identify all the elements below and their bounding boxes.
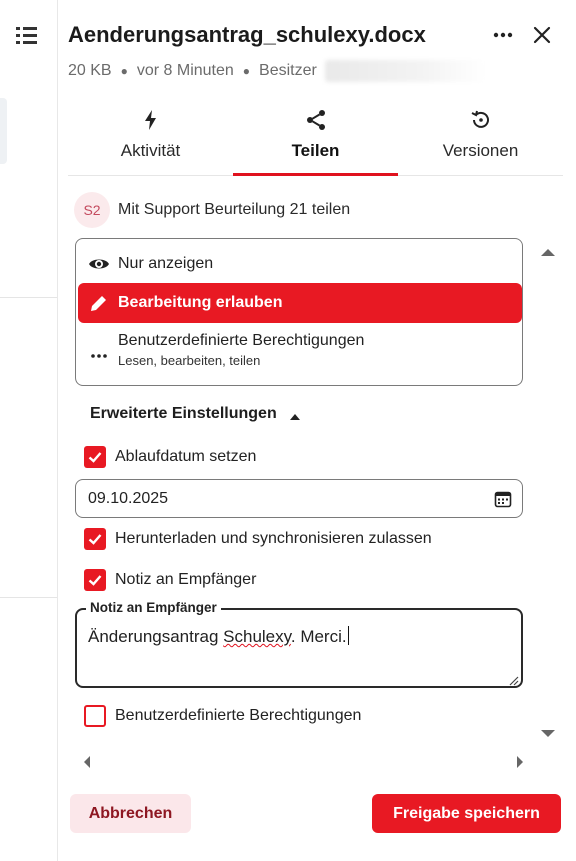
permission-label: Bearbeitung erlauben	[118, 294, 283, 311]
checkbox-label: Notiz an Empfänger	[115, 571, 257, 588]
pencil-icon	[88, 292, 110, 314]
separator-dot: ●	[242, 64, 251, 78]
list-menu-icon[interactable]	[14, 24, 40, 48]
tab-label: Teilen	[291, 141, 340, 160]
file-name-title: Aenderungsantrag_schulexy.docx	[68, 22, 426, 47]
note-text[interactable]: Änderungsantrag Schulexy. Merci.	[88, 626, 349, 647]
expiration-date-checkbox[interactable]: Ablaufdatum setzen	[84, 446, 256, 468]
owner-label: Besitzer	[259, 62, 317, 79]
checkbox-checked-icon	[84, 446, 106, 468]
caret-up-icon	[289, 409, 301, 420]
text-cursor	[347, 626, 349, 645]
selected-item-marker	[0, 98, 7, 164]
avatar: S2	[74, 192, 110, 228]
tab-bar: Aktivität Teilen Versionen	[68, 100, 563, 176]
resize-grip-icon[interactable]	[507, 673, 519, 686]
note-to-recipient-checkbox[interactable]: Notiz an Empfänger	[84, 569, 256, 591]
note-text-part: . Merci.	[290, 627, 347, 646]
tab-label: Aktivität	[120, 141, 181, 160]
left-navigation-strip	[0, 0, 58, 861]
note-text-part: Änderungsantrag	[88, 627, 224, 646]
checkbox-checked-icon	[84, 528, 106, 550]
save-share-button[interactable]: Freigabe speichern	[372, 794, 561, 833]
share-recipient: S2 Mit Support Beurteilung 21 teilen	[74, 192, 350, 228]
advanced-settings-title: Erweiterte Einstellungen	[90, 405, 277, 422]
custom-permissions-checkbox[interactable]: Benutzerdefinierte Berechtigungen	[84, 705, 361, 727]
file-size: 20 KB	[68, 62, 112, 79]
divider	[0, 597, 57, 598]
checkbox-label: Ablaufdatum setzen	[115, 448, 257, 465]
share-icon	[304, 108, 328, 132]
expiration-date-field[interactable]: 09.10.2025	[75, 479, 523, 518]
permission-custom[interactable]: Benutzerdefinierte Berechtigungen Lesen,…	[78, 331, 522, 379]
close-icon[interactable]	[531, 24, 553, 46]
owner-name-redacted	[324, 60, 485, 82]
modified-time: vor 8 Minuten	[136, 62, 234, 79]
allow-download-checkbox[interactable]: Herunterladen und synchronisieren zulass…	[84, 528, 432, 550]
permission-view-only[interactable]: Nur anzeigen	[78, 247, 522, 281]
scroll-up-arrow-icon[interactable]	[539, 245, 557, 257]
scroll-left-arrow-icon[interactable]	[82, 755, 92, 769]
advanced-settings-toggle[interactable]: Erweiterte Einstellungen	[90, 405, 301, 423]
permission-allow-editing[interactable]: Bearbeitung erlauben	[78, 283, 522, 323]
expiration-date-value: 09.10.2025	[88, 489, 169, 507]
dots-icon	[88, 341, 110, 363]
file-meta: 20 KB ● vor 8 Minuten ● Besitzer	[68, 60, 485, 82]
eye-icon	[88, 253, 110, 275]
tab-versions[interactable]: Versionen	[398, 100, 563, 175]
checkbox-label: Herunterladen und synchronisieren zulass…	[115, 530, 432, 547]
note-field-label: Notiz an Empfänger	[86, 600, 221, 615]
checkbox-unchecked-icon	[84, 705, 106, 727]
divider	[0, 297, 57, 298]
separator-dot: ●	[120, 64, 128, 78]
tab-activity[interactable]: Aktivität	[68, 100, 233, 175]
history-icon	[469, 108, 493, 132]
share-recipient-label: Mit Support Beurteilung 21 teilen	[118, 201, 351, 218]
checkbox-checked-icon	[84, 569, 106, 591]
permission-sublabel: Lesen, bearbeiten, teilen	[118, 353, 261, 368]
calendar-icon[interactable]	[493, 489, 513, 509]
more-horizontal-icon[interactable]	[492, 24, 514, 46]
cancel-button[interactable]: Abbrechen	[70, 794, 191, 833]
tab-share[interactable]: Teilen	[233, 100, 398, 176]
permission-label: Nur anzeigen	[118, 255, 214, 272]
note-text-misspelled: Schulexy	[223, 627, 291, 646]
permission-label: Benutzerdefinierte Berechtigungen	[118, 332, 365, 349]
permission-text: Benutzerdefinierte Berechtigungen Lesen,…	[118, 331, 364, 371]
permission-select: Nur anzeigen Bearbeitung erlauben Benutz…	[75, 238, 523, 386]
scroll-down-arrow-icon[interactable]	[539, 727, 557, 739]
lightning-icon	[139, 108, 163, 132]
checkbox-label: Benutzerdefinierte Berechtigungen	[115, 707, 362, 724]
scroll-right-arrow-icon[interactable]	[515, 755, 525, 769]
tab-label: Versionen	[442, 141, 519, 160]
note-textarea[interactable]	[75, 608, 523, 688]
